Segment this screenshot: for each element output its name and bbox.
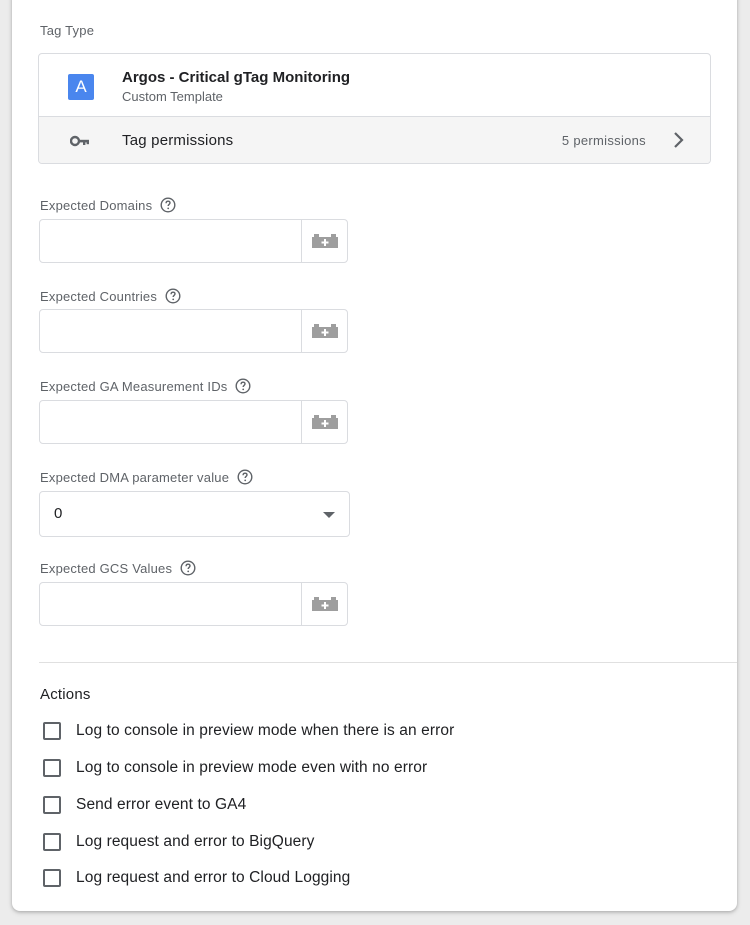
expected-dma-selected-value: 0 xyxy=(54,505,63,522)
expected-gcs-input[interactable] xyxy=(40,583,302,625)
expected-gcs-label-row: Expected GCS Values xyxy=(40,559,196,577)
tag-template-name: Argos - Critical gTag Monitoring xyxy=(122,69,351,86)
insert-variable-button[interactable] xyxy=(301,401,347,443)
tag-type-label: Tag Type xyxy=(40,23,95,38)
expected-gcs-field xyxy=(39,582,348,626)
action-checkbox-row[interactable]: Send error event to GA4 xyxy=(43,794,246,816)
key-icon xyxy=(70,135,89,147)
action-checkbox[interactable] xyxy=(43,796,61,814)
action-checkbox[interactable] xyxy=(43,722,61,740)
help-circle-icon[interactable] xyxy=(180,560,196,576)
expected-countries-label: Expected Countries xyxy=(40,288,158,304)
expected-ga-ids-label: Expected GA Measurement IDs xyxy=(40,378,228,394)
tag-type-header[interactable]: A Argos - Critical gTag Monitoring Custo… xyxy=(39,54,710,116)
action-checkbox-row[interactable]: Log to console in preview mode even with… xyxy=(43,757,427,779)
action-checkbox-row[interactable]: Log request and error to BigQuery xyxy=(43,831,315,853)
help-circle-icon[interactable] xyxy=(235,378,251,394)
chevron-right-icon xyxy=(674,132,684,148)
expected-domains-label-row: Expected Domains xyxy=(40,196,176,214)
insert-variable-button[interactable] xyxy=(301,583,347,625)
actions-title: Actions xyxy=(40,686,91,703)
action-checkbox[interactable] xyxy=(43,869,61,887)
tag-template-type: Custom Template xyxy=(122,89,223,104)
expected-dma-label-row: Expected DMA parameter value xyxy=(40,468,253,486)
insert-variable-button[interactable] xyxy=(301,310,347,352)
tag-configuration-card: Tag Type A Argos - Critical gTag Monitor… xyxy=(12,0,737,911)
expected-countries-label-row: Expected Countries xyxy=(40,287,181,305)
tag-permissions-row[interactable]: Tag permissions 5 permissions xyxy=(39,116,710,163)
expected-dma-label: Expected DMA parameter value xyxy=(40,469,230,485)
variable-brick-icon xyxy=(312,324,338,338)
action-checkbox-row[interactable]: Log to console in preview mode when ther… xyxy=(43,720,454,742)
help-circle-icon[interactable] xyxy=(165,288,181,304)
expected-domains-field xyxy=(39,219,348,263)
section-divider xyxy=(39,662,737,663)
expected-ga-ids-input[interactable] xyxy=(40,401,302,443)
expected-domains-label: Expected Domains xyxy=(40,197,153,213)
expected-ga-ids-field xyxy=(39,400,348,444)
template-avatar-icon: A xyxy=(68,74,94,100)
expected-ga-ids-label-row: Expected GA Measurement IDs xyxy=(40,377,251,395)
variable-brick-icon xyxy=(312,597,338,611)
action-label: Log to console in preview mode when ther… xyxy=(76,722,455,739)
expected-dma-select[interactable]: 0 xyxy=(39,491,350,537)
tag-type-box: A Argos - Critical gTag Monitoring Custo… xyxy=(38,53,711,164)
action-checkbox[interactable] xyxy=(43,759,61,777)
action-label: Log request and error to Cloud Logging xyxy=(76,869,351,886)
variable-brick-icon xyxy=(312,234,338,248)
caret-down-icon xyxy=(323,512,335,518)
insert-variable-button[interactable] xyxy=(301,220,347,262)
expected-gcs-label: Expected GCS Values xyxy=(40,560,173,576)
variable-brick-icon xyxy=(312,415,338,429)
action-checkbox-row[interactable]: Log request and error to Cloud Logging xyxy=(43,867,350,889)
help-circle-icon[interactable] xyxy=(160,197,176,213)
tag-permissions-label: Tag permissions xyxy=(122,132,234,149)
action-checkbox[interactable] xyxy=(43,833,61,851)
action-label: Log to console in preview mode even with… xyxy=(76,759,428,776)
permissions-count: 5 permissions xyxy=(561,133,646,148)
expected-countries-input[interactable] xyxy=(40,310,302,352)
action-label: Log request and error to BigQuery xyxy=(76,833,315,850)
expected-countries-field xyxy=(39,309,348,353)
expected-domains-input[interactable] xyxy=(40,220,302,262)
action-label: Send error event to GA4 xyxy=(76,796,247,813)
help-circle-icon[interactable] xyxy=(237,469,253,485)
